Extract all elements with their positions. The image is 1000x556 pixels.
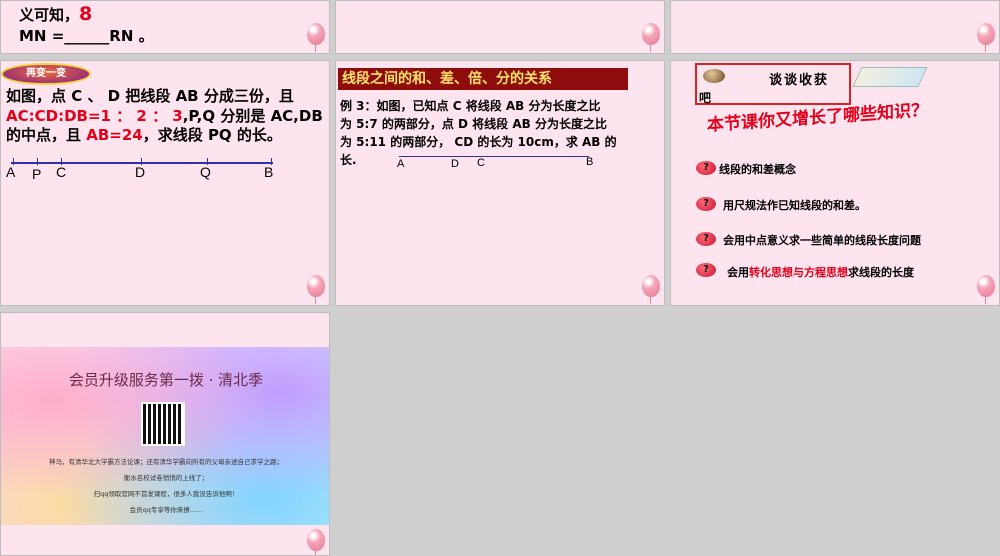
slide-6[interactable]: 谈谈收获 吧 本节课你又增长了哪些知识？ ? 线段的和差概念 ? 用尺规法作已知… — [670, 60, 1000, 306]
label-b: B — [264, 164, 274, 180]
slide6-item-2: 用尺规法作已知线段的和差。 — [723, 199, 866, 212]
slide5-example-line2: 为 5:7 的两部分，点 D 将线段 AB 分为长度之比 — [340, 117, 607, 131]
slide6-item-1: 线段的和差概念 — [719, 163, 796, 176]
label-p: P — [32, 166, 42, 182]
slide6-title-a: 谈谈收获 — [769, 73, 830, 88]
teapot-icon — [703, 69, 725, 83]
balloon-icon — [307, 529, 325, 555]
segment-ab — [399, 156, 589, 157]
slide4-ratio: AC:CD:DB=1 ： 2 ： 3 — [6, 107, 183, 125]
slide5-example-line1: 例 3：如图，已知点 C 将线段 AB 分为长度之比 — [340, 99, 601, 113]
label-a: A — [6, 164, 16, 180]
slide6-item-3: 会用中点意义求一些简单的线段长度问题 — [723, 234, 921, 247]
slide4-text-c: 的中点，且 — [6, 126, 87, 144]
label-a: A — [397, 158, 405, 170]
tick-p — [37, 158, 38, 165]
label-q: Q — [200, 164, 211, 180]
slide1-line2: MN =______RN 。 — [19, 27, 154, 45]
slide6-item4-pre: 会用 — [727, 266, 749, 279]
slide5-example-line3: 为 5:11 的两部分， CD 的长为 10cm，求 AB 的 — [340, 135, 617, 149]
slide4-ab-value: AB=24 — [86, 126, 143, 144]
question-bullet-icon: ? — [696, 232, 716, 246]
balloon-icon — [977, 275, 995, 304]
promo-line-1: 神马，有清华北大学霸方法论课；还有清华学霸向所有的父母亲述自己求学之路； — [49, 458, 283, 466]
slide-2[interactable] — [335, 0, 665, 54]
balloon-icon — [977, 23, 995, 52]
label-c: C — [477, 157, 485, 169]
question-bullet-icon: ? — [696, 263, 716, 277]
balloon-icon — [642, 275, 660, 304]
book-icon — [852, 67, 928, 87]
promo-line-4: 会员qq专享等你来撩...... — [129, 506, 203, 514]
promo-banner: 会员升级服务第一拨 · 清北季 神马，有清华北大学霸方法论课；还有清华学霸向所有… — [1, 347, 329, 525]
slide1-line1: 义可知，8 — [19, 3, 92, 25]
label-d: D — [135, 164, 146, 180]
slide4-text-line2: AC:CD:DB=1 ： 2 ： 3,P,Q 分别是 AC,DB — [6, 105, 323, 126]
balloon-icon — [307, 275, 325, 304]
slide-7[interactable]: 会员升级服务第一拨 · 清北季 神马，有清华北大学霸方法论课；还有清华学霸向所有… — [0, 312, 330, 556]
balloon-icon — [642, 23, 660, 52]
promo-line-2: 衡水名校试卷悄悄的上线了； — [123, 474, 209, 482]
badge-re-change: 再变一变 — [1, 63, 91, 85]
slide4-text-line3: 的中点，且 AB=24，求线段 PQ 的长。 — [6, 124, 282, 145]
slide1-line1-num: 8 — [79, 3, 93, 25]
label-b: B — [586, 156, 594, 168]
qr-code-icon[interactable] — [141, 402, 185, 446]
label-d: D — [451, 158, 459, 170]
balloon-icon — [307, 23, 325, 52]
slide5-header: 线段之间的和、差、倍、分的关系 — [338, 68, 628, 90]
slide6-item4-red: 转化思想与方程思想 — [749, 266, 848, 279]
question-bullet-icon: ? — [696, 161, 716, 175]
promo-line-3: 扫qq领取官网不首发课程，很多人我没告诉他啊！ — [93, 490, 239, 498]
slide4-text-d: ，求线段 PQ 的长。 — [142, 126, 282, 144]
slide-3[interactable] — [670, 0, 1000, 54]
slide5-example-line4: 长. — [340, 153, 357, 167]
slide-4[interactable]: 再变一变 如图，点 C 、 D 把线段 AB 分成三份，且 AC:CD:DB=1… — [0, 60, 330, 306]
slide6-item-4: 会用转化思想与方程思想求线段的长度 — [727, 264, 914, 280]
label-c: C — [56, 164, 67, 180]
slide1-line1-text: 义可知， — [19, 6, 80, 24]
slide6-item4-post: 求线段的长度 — [848, 266, 914, 279]
slide-1[interactable]: 义可知，8 MN =______RN 。 — [0, 0, 330, 54]
promo-title: 会员升级服务第一拨 · 清北季 — [68, 371, 264, 389]
slide-5[interactable]: 线段之间的和、差、倍、分的关系 例 3：如图，已知点 C 将线段 AB 分为长度… — [335, 60, 665, 306]
slide6-title-b: 吧 — [699, 91, 712, 105]
slide4-text-line1: 如图，点 C 、 D 把线段 AB 分成三份，且 — [6, 87, 294, 105]
question-bullet-icon: ? — [696, 197, 716, 211]
slide4-text-b: ,P,Q 分别是 AC,DB — [182, 107, 323, 125]
